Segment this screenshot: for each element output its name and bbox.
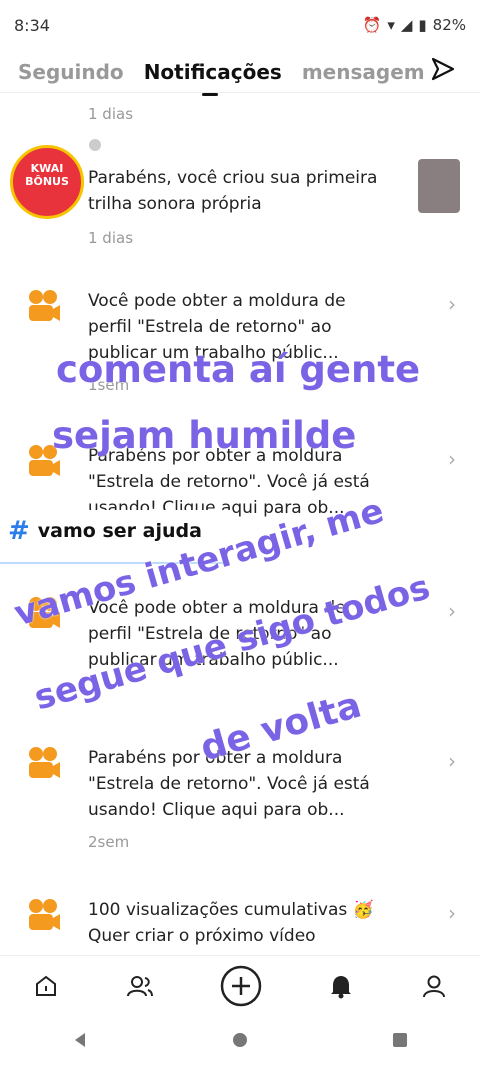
recents-icon[interactable] [391,1031,409,1053]
chevron-right-icon: › [448,292,456,316]
kwai-icon [29,899,60,930]
overlay-text: comenta aí gente [56,348,421,391]
signal-icon: ◢ [400,16,413,34]
status-icons: ⏰ ▾ ◢ ▮ 82% [363,16,466,34]
chevron-right-icon: › [448,599,456,623]
notification-text: 100 visualizações cumulativas 🥳Quer cria… [88,900,374,946]
kwai-icon [29,290,60,321]
tab-following[interactable]: Seguindo [18,60,124,84]
battery-percent: 82% [432,16,466,34]
friends-icon[interactable] [126,973,154,1003]
top-tabs: Seguindo Notificações mensagem [0,50,480,96]
battery-icon: ▮ [418,16,427,34]
bell-icon[interactable] [328,973,354,1003]
hashtag-label: vamo ser ajuda [37,520,202,542]
notification-text: Parabéns, você criou sua primeira trilha… [88,168,378,214]
system-nav [0,1018,480,1066]
chevron-right-icon: › [448,901,456,925]
time-label: 1 dias [88,105,134,123]
video-thumbnail[interactable] [418,159,460,213]
kwai-icon [29,747,60,778]
status-time: 8:34 [14,15,50,35]
bonus-label: KWAI BÔNUS [25,162,69,188]
hashtag-icon: # [8,516,30,546]
chevron-right-icon: › [448,749,456,773]
unread-dot [89,139,101,151]
alarm-icon: ⏰ [362,16,382,34]
time-label: 2sem [88,833,130,851]
kwai-bonus-badge: KWAI BÔNUS [10,145,84,219]
overlay-text: sejam humilde [52,414,357,457]
time-label: 1 dias [88,229,134,247]
profile-icon[interactable] [421,973,447,1003]
create-icon[interactable] [220,965,262,1011]
home-icon[interactable] [33,973,59,1003]
wifi-icon: ▾ [387,16,395,34]
status-bar: 8:34 ⏰ ▾ ◢ ▮ 82% [0,0,480,50]
back-icon[interactable] [71,1031,89,1053]
tab-messages[interactable]: mensagem [302,60,425,84]
send-icon[interactable] [430,56,456,86]
home-button-icon[interactable] [231,1031,249,1053]
tab-notifications[interactable]: Notificações [144,60,282,96]
chevron-right-icon: › [448,447,456,471]
bottom-nav [0,955,480,1020]
